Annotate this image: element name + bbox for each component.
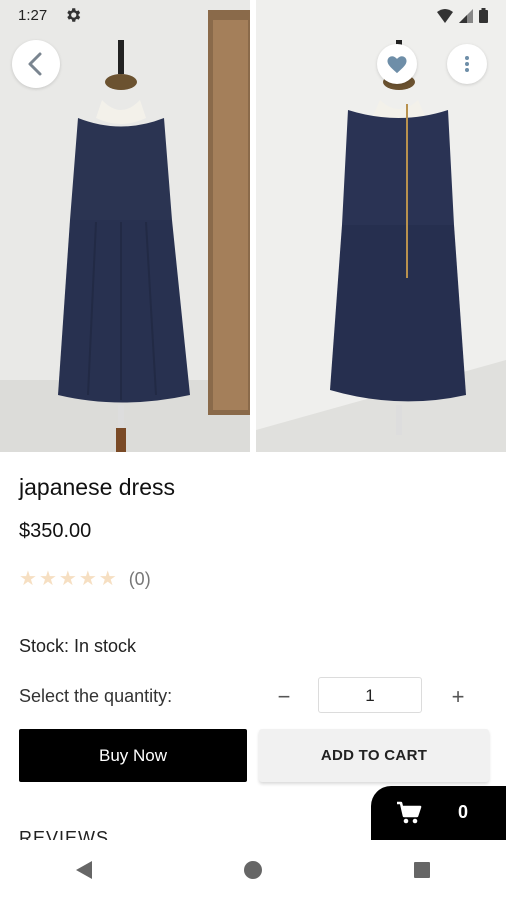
system-navigation-bar (0, 840, 506, 900)
status-icons (437, 8, 488, 23)
nav-back-button[interactable] (54, 840, 114, 900)
star-icon: ★ (98, 568, 117, 590)
square-recents-icon (413, 862, 430, 878)
buy-now-button[interactable]: Buy Now (19, 729, 247, 782)
quantity-increase-button[interactable]: + (444, 680, 472, 714)
stock-status: Stock: In stock (19, 636, 137, 656)
rating-stars: ★ ★ ★ ★ ★ (19, 568, 117, 590)
favorite-button[interactable] (377, 44, 417, 84)
cart-icon (396, 801, 422, 830)
nav-home-button[interactable] (223, 840, 283, 900)
quantity-input[interactable]: 1 (318, 677, 422, 713)
back-button[interactable] (12, 40, 60, 88)
wifi-icon (437, 8, 453, 23)
gear-icon (64, 6, 82, 24)
status-bar: 1:27 (0, 0, 506, 30)
add-to-cart-button[interactable]: ADD TO CART (259, 729, 489, 782)
product-rating: ★ ★ ★ ★ ★ (0) (19, 568, 151, 590)
floating-cart-button[interactable]: 0 (371, 786, 506, 840)
rating-count: (0) (128, 568, 151, 589)
product-price: $350.00 (19, 520, 92, 542)
heart-icon (387, 56, 407, 74)
battery-icon (479, 8, 488, 23)
circle-home-icon (243, 861, 262, 879)
more-vertical-icon (465, 56, 469, 72)
product-image-gallery[interactable] (0, 0, 506, 452)
status-time: 1:27 (18, 7, 48, 24)
quantity-decrease-button[interactable]: − (270, 680, 298, 714)
cart-count-badge: 0 (458, 802, 469, 822)
star-icon: ★ (38, 568, 57, 590)
product-title: japanese dress (19, 474, 175, 500)
star-icon: ★ (19, 568, 37, 590)
star-icon: ★ (58, 568, 77, 590)
more-options-button[interactable] (447, 44, 487, 84)
signal-icon (459, 8, 473, 23)
triangle-back-icon (76, 861, 93, 879)
nav-recents-button[interactable] (392, 840, 452, 900)
quantity-label: Select the quantity: (19, 686, 173, 706)
star-icon: ★ (78, 568, 97, 590)
arrow-back-icon (28, 52, 42, 76)
